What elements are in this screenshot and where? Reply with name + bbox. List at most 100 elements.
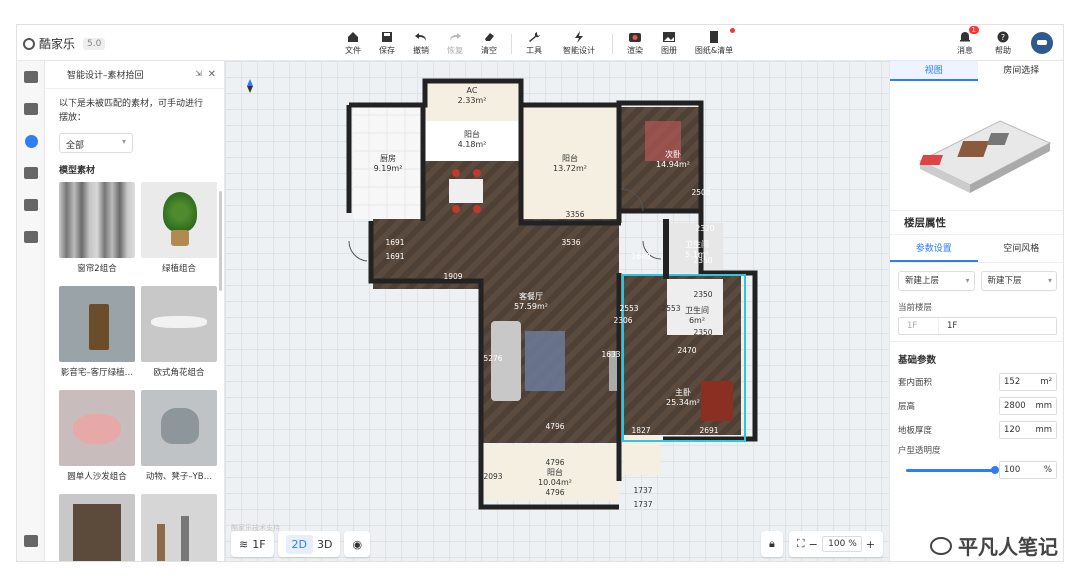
person-icon (24, 199, 38, 211)
notification-dot (730, 28, 735, 33)
dimension-label: 1909 (443, 272, 462, 281)
view-2d-button[interactable]: 2D (285, 534, 314, 554)
sidebar-item-furniture[interactable] (17, 157, 45, 189)
cube-icon (24, 71, 38, 83)
scrollbar[interactable] (219, 191, 222, 291)
material-card[interactable]: 影音宅–客厅绿植… (59, 286, 135, 384)
new-upper-floor-button[interactable]: 新建上层 (898, 271, 975, 291)
param-row: 层高 2800 mm (890, 394, 1063, 418)
panel-header: 智能设计–素材拾回 ⇲ ✕ (45, 61, 224, 89)
file-button[interactable]: 文件 (337, 28, 369, 58)
cabinet-thumbnail (59, 494, 135, 561)
new-lower-floor-button[interactable]: 新建下层 (980, 271, 1057, 291)
clear-button[interactable]: 清空 (473, 28, 505, 58)
lightning-icon (575, 30, 583, 43)
room-area: 13.72m² (553, 164, 587, 173)
undo-button[interactable]: 撤销 (405, 28, 437, 58)
render-button[interactable]: 渲染 (619, 28, 651, 58)
floor-thickness-input[interactable]: 120 mm (999, 421, 1057, 439)
sidebar-item-cabinet[interactable] (17, 221, 45, 253)
floorplan-canvas[interactable]: AC 2.33m² 阳台 4.18m² 厨房 9.19m² 阳台 13.72m²… (225, 61, 889, 561)
undo-icon (415, 32, 426, 41)
wrench-icon (529, 31, 540, 42)
sofa-icon (24, 167, 38, 179)
drawings-list-button[interactable]: 图纸&清单 (687, 28, 741, 58)
material-card[interactable] (141, 494, 217, 561)
room-area: 25.34m² (666, 398, 700, 407)
lightbulb-icon (24, 134, 38, 148)
animal-stool-thumbnail (141, 390, 217, 466)
save-button[interactable]: 保存 (371, 28, 403, 58)
help-icon: ? (997, 31, 1009, 42)
floor-switch-button[interactable]: ≋ 1F (231, 531, 274, 557)
zoom-toolbar: 🔒︎ ⛶ − 100 % + (761, 531, 883, 557)
filter-select[interactable]: 全部 (59, 133, 133, 153)
room-label: 阳台 (464, 129, 480, 139)
avatar[interactable] (1031, 32, 1053, 54)
sidebar-item-list[interactable] (17, 525, 45, 557)
dimension-label: 2320 (695, 224, 714, 233)
zoom-out-icon[interactable]: − (809, 538, 818, 551)
dimension-label: 1633 (601, 350, 620, 359)
sidebar-item-floorplan[interactable] (17, 61, 45, 93)
smart-design-button[interactable]: 智能设计 (552, 28, 606, 58)
lock-button[interactable]: 🔒︎ (761, 531, 783, 557)
room-label: AC (467, 86, 478, 95)
close-icon[interactable]: ✕ (208, 69, 216, 80)
zoom-in-icon[interactable]: + (866, 538, 875, 551)
help-button[interactable]: ? 帮助 (987, 28, 1019, 58)
dimension-label: 2093 (483, 472, 502, 481)
height-input[interactable]: 2800 mm (999, 397, 1057, 415)
left-icon-bar (17, 61, 45, 561)
dimension-label: 2470 (677, 346, 696, 355)
dimension-label: 1737 (633, 486, 652, 495)
dimension-label: 2691 (699, 426, 718, 435)
area-input[interactable]: 152 m² (999, 373, 1057, 391)
messages-button[interactable]: 1 消息 (949, 26, 981, 58)
material-card[interactable]: 动物、凳子–YB… (141, 390, 217, 488)
room-label: 阳台 (547, 467, 563, 477)
sidebar-item-smart-design[interactable] (17, 125, 45, 157)
fit-view-icon[interactable]: ⛶ (797, 537, 805, 551)
material-grid: 窗帘2组合 绿植组合 影音宅–客厅绿植… 欧式角花组合 圆单人沙发组合 动物、凳… (45, 182, 224, 561)
transparency-input[interactable]: 100% (999, 461, 1057, 479)
tab-room-select[interactable]: 房间选择 (978, 61, 1064, 81)
material-card[interactable]: 欧式角花组合 (141, 286, 217, 384)
material-card[interactable]: 窗帘2组合 (59, 182, 135, 280)
current-floor-field[interactable]: 1F 1F (898, 317, 1057, 335)
room-label: 厨房 (380, 153, 396, 163)
redo-button[interactable]: 恢复 (439, 28, 471, 58)
view-3d-button[interactable]: 3D (317, 538, 332, 551)
lock-icon: 🔒︎ (769, 537, 775, 550)
dimension-label: 1691 (385, 252, 404, 261)
divider (511, 34, 512, 54)
pin-icon[interactable]: ⇲ (195, 69, 202, 78)
tab-view[interactable]: 视图 (890, 61, 978, 81)
dimension-label: 5276 (483, 354, 502, 363)
tools-button[interactable]: 工具 (518, 28, 550, 58)
visibility-button[interactable]: ◉ (344, 531, 371, 557)
view-toolbar: ≋ 1F 2D 3D ◉ (231, 531, 371, 557)
layers-icon: ≋ (239, 537, 249, 551)
room-area: 6m² (689, 316, 705, 325)
3d-preview[interactable] (890, 81, 1063, 211)
zoom-input[interactable]: 100 % (821, 536, 862, 552)
material-card[interactable]: 绿植组合 (141, 182, 217, 280)
sidebar-item-user[interactable] (17, 189, 45, 221)
transparency-slider[interactable] (906, 465, 999, 474)
floor-properties-title: 楼层属性 (890, 211, 1063, 235)
top-toolbar: 酷家乐 5.0 文件 保存 撤销 恢复 清空 工具 智能设计 渲染 图册 图纸&… (17, 25, 1063, 61)
plant-stand-thumbnail (59, 286, 135, 362)
dimension-label: 2306 (613, 316, 632, 325)
basic-params-heading[interactable]: 基础参数 (890, 341, 1063, 370)
dimension-label: 2553 (661, 304, 680, 313)
sidebar-item-layers[interactable] (17, 93, 45, 125)
album-button[interactable]: 图册 (653, 28, 685, 58)
camera-icon (629, 32, 641, 42)
logo: 酷家乐 5.0 (23, 35, 106, 52)
eye-icon: ◉ (352, 537, 363, 551)
tab-space-style[interactable]: 空间风格 (978, 235, 1064, 262)
material-card[interactable]: 圆单人沙发组合 (59, 390, 135, 488)
material-card[interactable] (59, 494, 135, 561)
tab-params[interactable]: 参数设置 (890, 235, 978, 262)
